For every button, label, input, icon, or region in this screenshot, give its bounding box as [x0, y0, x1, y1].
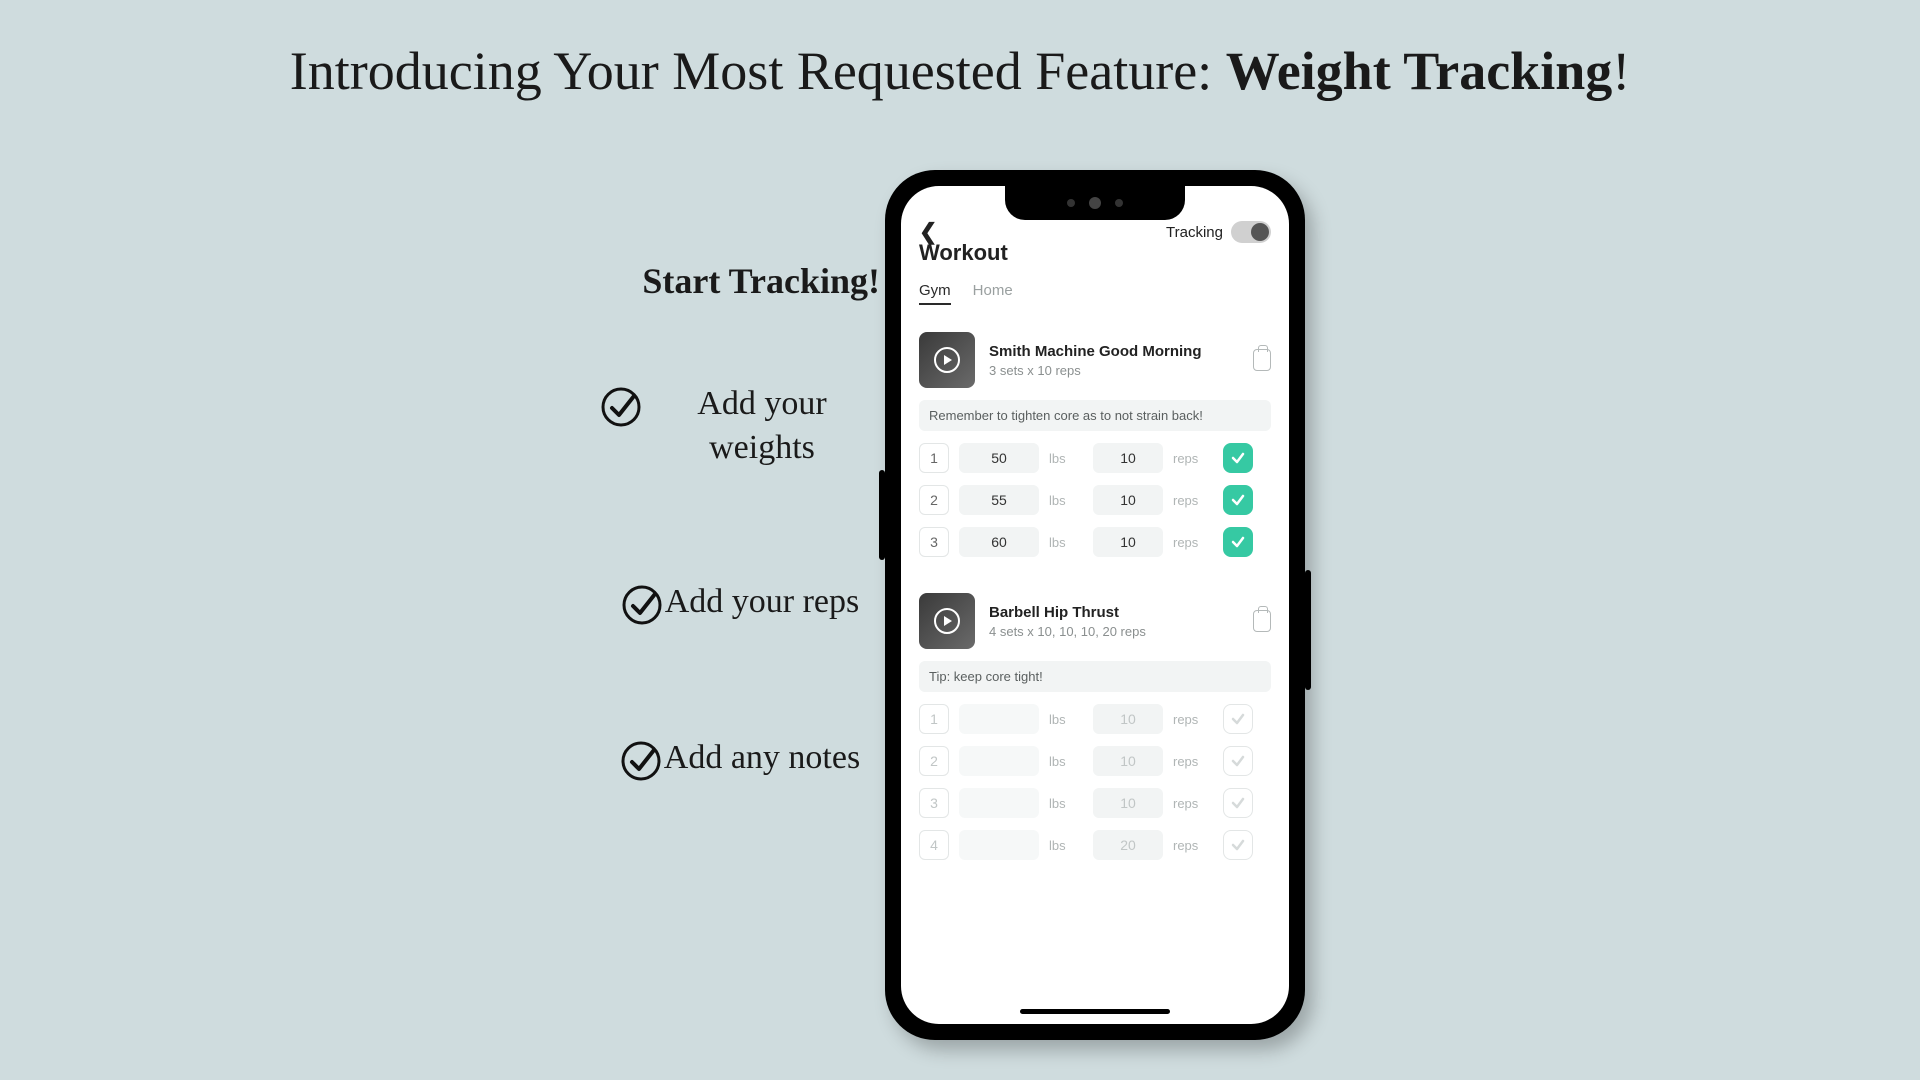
tabs: Gym Home	[919, 282, 1013, 305]
reps-input[interactable]: 10	[1093, 746, 1163, 776]
sensor-dot-icon	[1115, 199, 1123, 207]
exercise-header: Barbell Hip Thrust 4 sets x 10, 10, 10, …	[919, 593, 1271, 649]
set-index: 2	[919, 485, 949, 515]
subheading: Start Tracking!	[600, 260, 880, 302]
bullet-weights: Add your weights	[600, 382, 880, 470]
set-complete-checkbox[interactable]	[1223, 788, 1253, 818]
weight-input[interactable]: 55	[959, 485, 1039, 515]
workout-content: Smith Machine Good Morning 3 sets x 10 r…	[901, 318, 1289, 1024]
reps-input[interactable]: 10	[1093, 485, 1163, 515]
set-complete-checkbox[interactable]	[1223, 746, 1253, 776]
reps-input[interactable]: 20	[1093, 830, 1163, 860]
weight-input[interactable]: 60	[959, 527, 1039, 557]
set-row: 3 60 lbs 10 reps	[919, 527, 1271, 557]
unit-reps: reps	[1173, 535, 1213, 550]
unit-reps: reps	[1173, 796, 1213, 811]
weight-input[interactable]	[959, 788, 1039, 818]
exercise-card: Barbell Hip Thrust 4 sets x 10, 10, 10, …	[919, 593, 1271, 860]
exercise-thumbnail[interactable]	[919, 332, 975, 388]
weight-input[interactable]	[959, 746, 1039, 776]
set-index: 2	[919, 746, 949, 776]
bullet-label: Add your weights	[644, 382, 880, 470]
unit-reps: reps	[1173, 838, 1213, 853]
exercise-note[interactable]: Tip: keep core tight!	[919, 661, 1271, 692]
exercise-meta: 3 sets x 10 reps	[989, 363, 1239, 378]
page-headline: Introducing Your Most Requested Feature:…	[0, 40, 1920, 102]
set-index: 1	[919, 704, 949, 734]
unit-lbs: lbs	[1049, 451, 1083, 466]
play-icon	[934, 608, 960, 634]
set-row: 3 lbs 10 reps	[919, 788, 1271, 818]
clipboard-icon[interactable]	[1253, 349, 1271, 371]
headline-bold: Weight Tracking	[1226, 41, 1613, 101]
checkmark-circle-icon	[621, 584, 663, 626]
set-row: 2 55 lbs 10 reps	[919, 485, 1271, 515]
weight-input[interactable]	[959, 704, 1039, 734]
checkmark-circle-icon	[600, 386, 642, 428]
exercise-note[interactable]: Remember to tighten core as to not strai…	[919, 400, 1271, 431]
bullet-label: Add your reps	[665, 580, 860, 624]
tracking-toggle-wrap: Tracking	[1166, 221, 1271, 243]
unit-reps: reps	[1173, 493, 1213, 508]
headline-suffix: !	[1612, 41, 1630, 101]
clipboard-icon[interactable]	[1253, 610, 1271, 632]
feature-bullets: Start Tracking! Add your weights Add you…	[600, 260, 880, 892]
reps-input[interactable]: 10	[1093, 443, 1163, 473]
set-complete-checkbox[interactable]	[1223, 443, 1253, 473]
phone-frame: ❮ Tracking Workout Gym Home Smith Machin…	[885, 170, 1305, 1040]
set-complete-checkbox[interactable]	[1223, 485, 1253, 515]
tab-home[interactable]: Home	[973, 282, 1013, 305]
tracking-label: Tracking	[1166, 224, 1223, 241]
exercise-info: Smith Machine Good Morning 3 sets x 10 r…	[989, 343, 1239, 378]
checkmark-circle-icon	[620, 740, 662, 782]
exercise-info: Barbell Hip Thrust 4 sets x 10, 10, 10, …	[989, 604, 1239, 639]
set-index: 3	[919, 788, 949, 818]
bullet-reps: Add your reps	[600, 580, 880, 626]
unit-reps: reps	[1173, 451, 1213, 466]
unit-lbs: lbs	[1049, 796, 1083, 811]
unit-reps: reps	[1173, 712, 1213, 727]
unit-lbs: lbs	[1049, 712, 1083, 727]
screen-title: Workout	[919, 240, 1008, 266]
set-index: 3	[919, 527, 949, 557]
reps-input[interactable]: 10	[1093, 704, 1163, 734]
exercise-thumbnail[interactable]	[919, 593, 975, 649]
set-index: 4	[919, 830, 949, 860]
set-row: 1 50 lbs 10 reps	[919, 443, 1271, 473]
weight-input[interactable]: 50	[959, 443, 1039, 473]
unit-lbs: lbs	[1049, 838, 1083, 853]
phone-screen: ❮ Tracking Workout Gym Home Smith Machin…	[901, 186, 1289, 1024]
set-complete-checkbox[interactable]	[1223, 704, 1253, 734]
unit-lbs: lbs	[1049, 493, 1083, 508]
set-row: 1 lbs 10 reps	[919, 704, 1271, 734]
tracking-toggle[interactable]	[1231, 221, 1271, 243]
unit-lbs: lbs	[1049, 754, 1083, 769]
unit-reps: reps	[1173, 754, 1213, 769]
exercise-name: Barbell Hip Thrust	[989, 604, 1239, 621]
exercise-card: Smith Machine Good Morning 3 sets x 10 r…	[919, 332, 1271, 557]
exercise-meta: 4 sets x 10, 10, 10, 20 reps	[989, 624, 1239, 639]
set-index: 1	[919, 443, 949, 473]
set-row: 2 lbs 10 reps	[919, 746, 1271, 776]
home-indicator	[1020, 1009, 1170, 1014]
sensor-dot-icon	[1067, 199, 1075, 207]
set-row: 4 lbs 20 reps	[919, 830, 1271, 860]
set-complete-checkbox[interactable]	[1223, 830, 1253, 860]
bullet-notes: Add any notes	[600, 736, 880, 782]
weight-input[interactable]	[959, 830, 1039, 860]
set-complete-checkbox[interactable]	[1223, 527, 1253, 557]
tab-gym[interactable]: Gym	[919, 282, 951, 305]
unit-lbs: lbs	[1049, 535, 1083, 550]
bullet-label: Add any notes	[664, 736, 860, 780]
exercise-name: Smith Machine Good Morning	[989, 343, 1239, 360]
exercise-header: Smith Machine Good Morning 3 sets x 10 r…	[919, 332, 1271, 388]
play-icon	[934, 347, 960, 373]
reps-input[interactable]: 10	[1093, 788, 1163, 818]
reps-input[interactable]: 10	[1093, 527, 1163, 557]
headline-prefix: Introducing Your Most Requested Feature:	[290, 41, 1226, 101]
